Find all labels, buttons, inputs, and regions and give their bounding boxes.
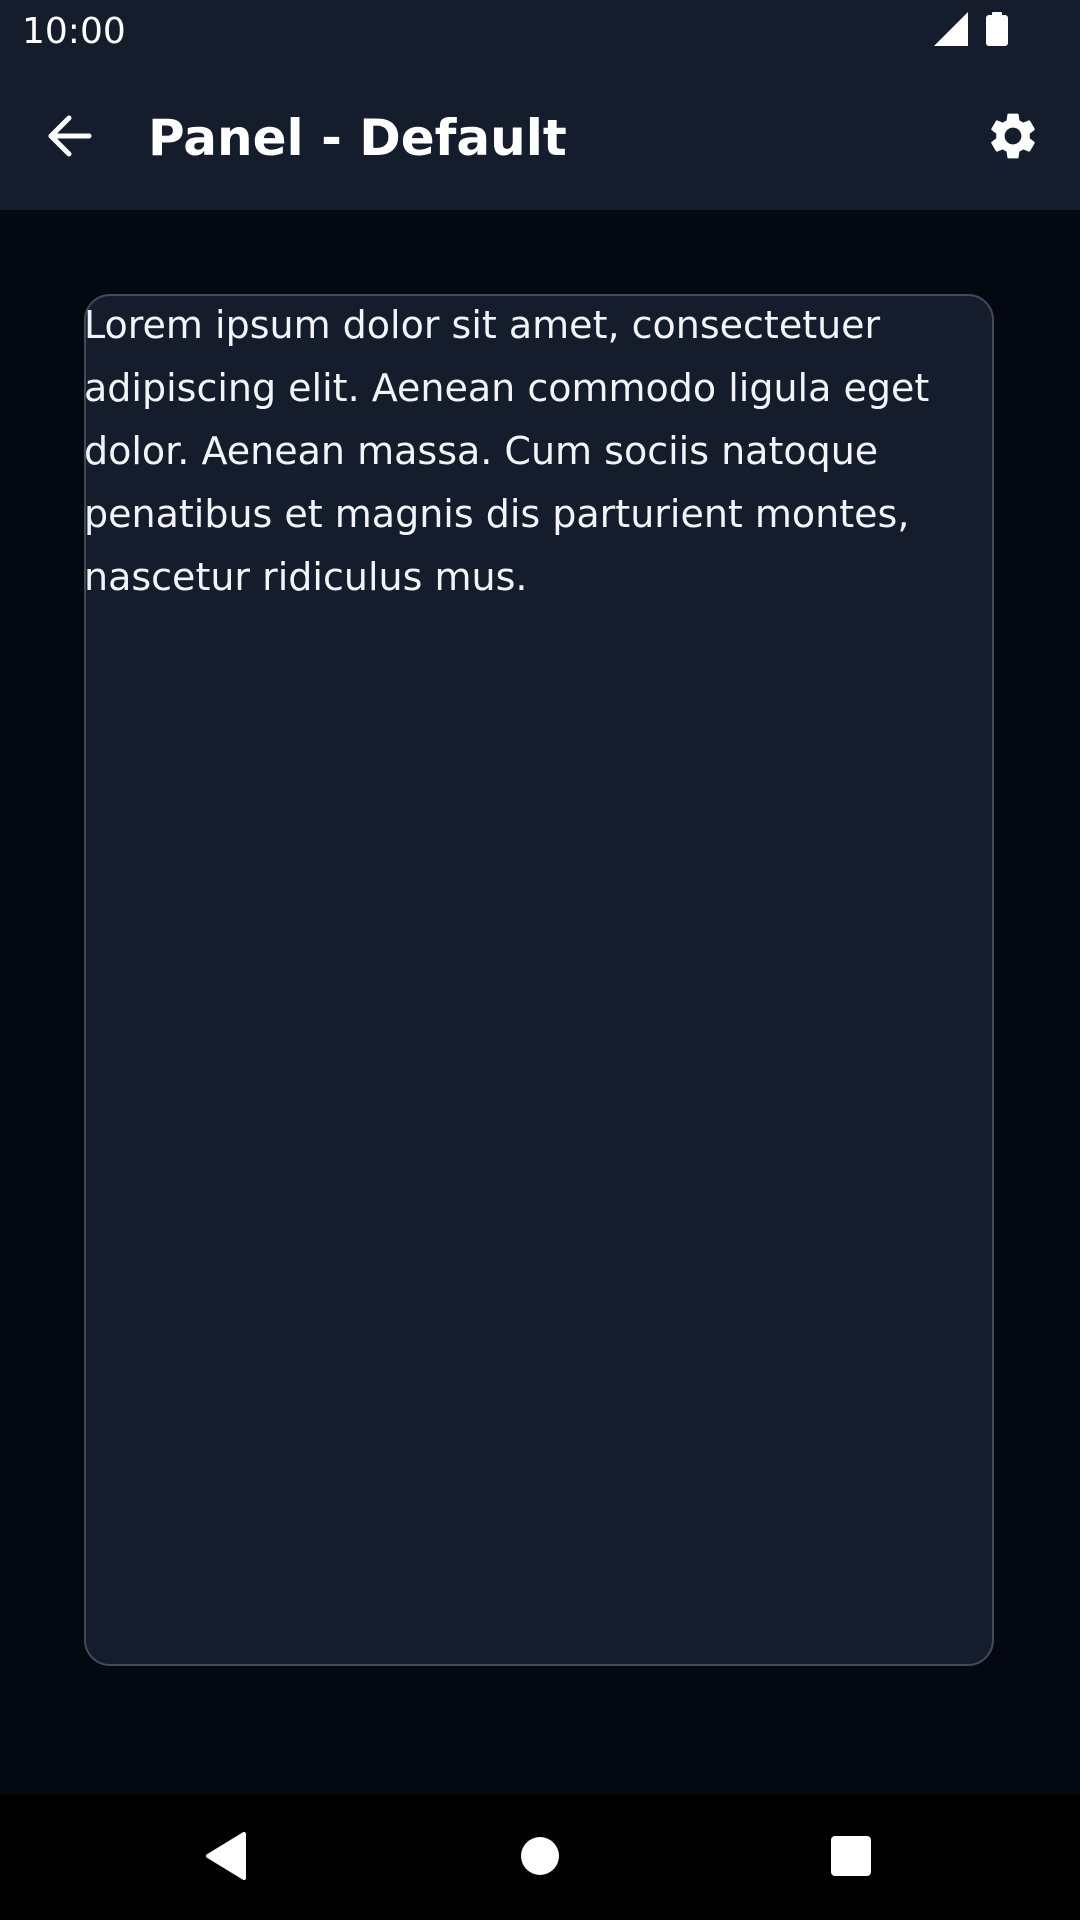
app-bar: Panel - Default <box>0 63 1080 210</box>
status-bar: 10:00 <box>0 0 1080 63</box>
page-title: Panel - Default <box>148 109 567 167</box>
nav-back-button[interactable] <box>186 1818 266 1898</box>
system-nav-bar <box>0 1794 1080 1920</box>
settings-button[interactable] <box>976 101 1050 175</box>
back-arrow-icon <box>45 112 93 164</box>
gear-icon <box>985 108 1041 168</box>
back-triangle-icon <box>204 1832 248 1884</box>
battery-icon <box>986 12 1008 50</box>
nav-recents-button[interactable] <box>811 1818 891 1898</box>
panel-body-text: Lorem ipsum dolor sit amet, consectetuer… <box>84 303 930 599</box>
recents-square-icon <box>831 1836 871 1880</box>
status-time: 10:00 <box>22 11 126 52</box>
back-button[interactable] <box>34 103 104 173</box>
home-circle-icon <box>520 1836 560 1880</box>
status-icons <box>934 12 1008 50</box>
signal-icon <box>934 12 968 50</box>
nav-home-button[interactable] <box>500 1818 580 1898</box>
